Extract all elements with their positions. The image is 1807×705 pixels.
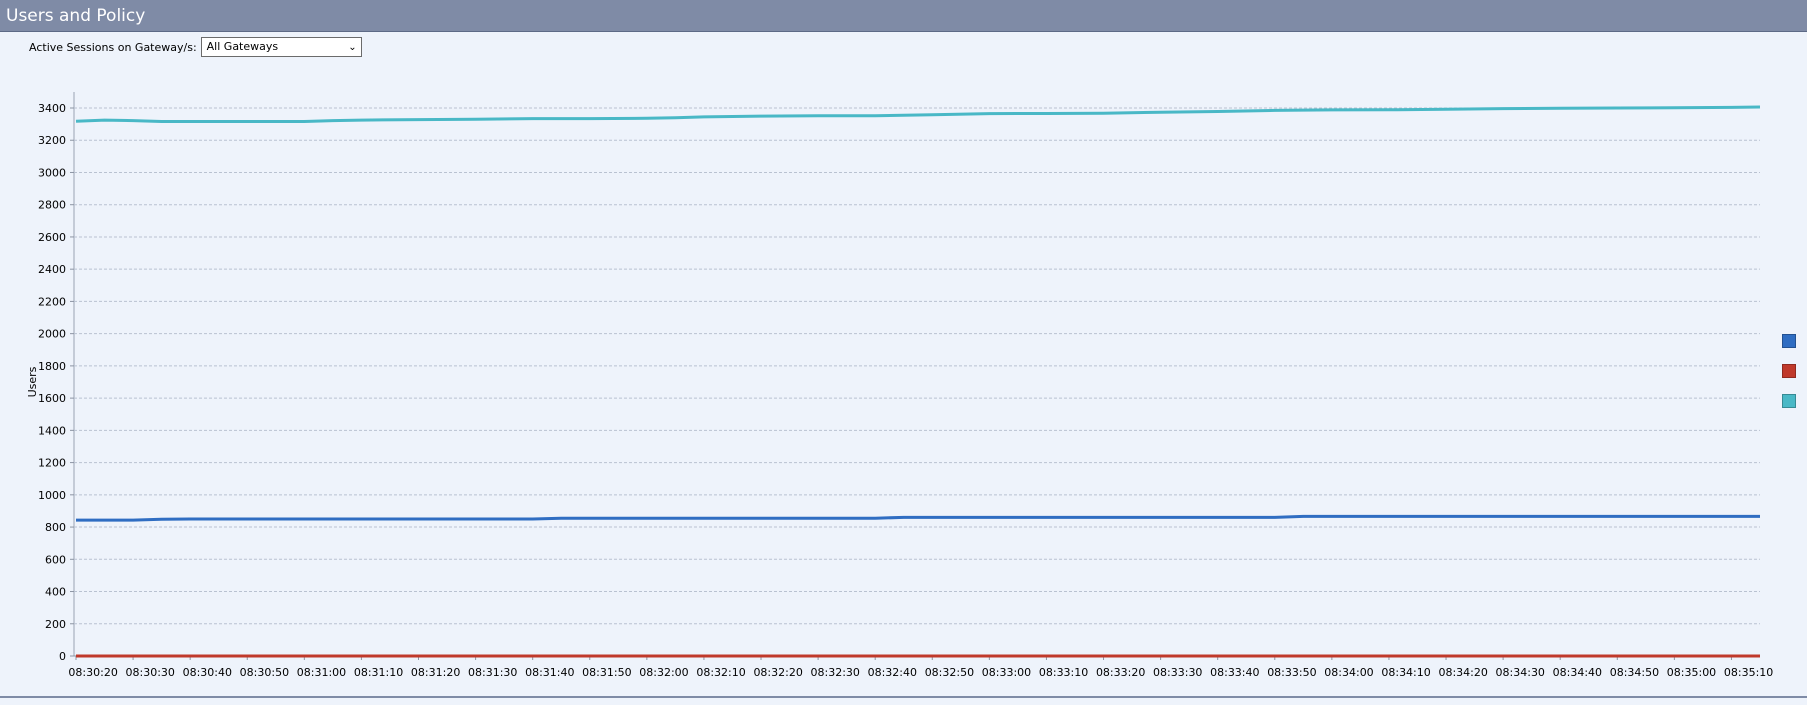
x-tick-label: 08:33:10 [1039,666,1088,679]
x-tick-label: 08:32:20 [753,666,802,679]
gateway-select-value: All Gateways [206,40,279,53]
x-tick-label: 08:35:00 [1667,666,1716,679]
x-tick-label: 08:31:40 [525,666,574,679]
legend-swatch-teal [1782,394,1796,408]
y-tick-label: 600 [45,553,66,566]
x-tick-label: 08:30:20 [68,666,117,679]
users-chart: 0 200 400 600 800 1000 1200 1400 1600 1800 2000 220… [0,72,1807,700]
y-axis-title: Users [26,366,39,397]
y-tick-label: 3000 [38,166,66,179]
x-tick-label: 08:30:30 [126,666,175,679]
x-tick-label: 08:31:30 [468,666,517,679]
x-tick-label: 08:34:20 [1438,666,1487,679]
gateway-select[interactable]: All Gateways ⌄ [200,37,362,57]
gateway-filter-label: Active Sessions on Gateway/s: [29,40,197,54]
x-tick-label: 08:30:50 [240,666,289,679]
bottom-divider [0,696,1807,698]
x-tick-label: 08:32:30 [811,666,860,679]
y-tick-label: 2800 [38,199,66,212]
x-tick-label: 08:30:40 [183,666,232,679]
x-tick-label: 08:31:50 [582,666,631,679]
x-tick-label: 08:34:50 [1610,666,1659,679]
x-tick-label: 08:32:50 [925,666,974,679]
y-tick-label: 200 [45,618,66,631]
x-tick-label: 08:33:20 [1096,666,1145,679]
x-tick-label: 08:31:00 [297,666,346,679]
y-tick-label: 0 [59,650,66,663]
y-tick-label: 1400 [38,424,66,437]
title-bar: Users and Policy [0,0,1807,32]
series-line-1 [76,514,1760,522]
users-chart-svg: 0 200 400 600 800 1000 1200 1400 1600 1800 2000 220… [26,92,1773,679]
x-tick-label: 08:35:10 [1724,666,1773,679]
gateway-filter: Active Sessions on Gateway/s: All Gatewa… [29,36,362,58]
x-tick-label: 08:34:00 [1324,666,1373,679]
y-tick-label: 1600 [38,392,66,405]
y-tick-label: 2200 [38,295,66,308]
y-tick-label: 400 [45,586,66,599]
x-tick-label: 08:31:10 [354,666,403,679]
y-tick-label: 2400 [38,263,66,276]
x-tick-label: 08:33:00 [982,666,1031,679]
y-tick-label: 2600 [38,231,66,244]
y-tick-label: 1800 [38,360,66,373]
legend-swatch-blue [1782,334,1796,348]
x-tick-label: 08:34:40 [1553,666,1602,679]
page-title: Users and Policy [6,6,146,26]
y-tick-label: 3200 [38,134,66,147]
x-tick-label: 08:32:40 [868,666,917,679]
x-tick-label: 08:34:30 [1496,666,1545,679]
y-tick-label: 2000 [38,328,66,341]
y-tick-label: 1200 [38,457,66,470]
legend-swatch-orange [1782,364,1796,378]
y-tick-label: 1000 [38,489,66,502]
y-tick-label: 3400 [38,102,66,115]
x-tick-label: 08:33:40 [1210,666,1259,679]
series-line-0 [75,105,1761,123]
chevron-down-icon: ⌄ [348,42,357,53]
x-tick-label: 08:32:00 [639,666,688,679]
x-tick-label: 08:31:20 [411,666,460,679]
y-tick-label: 800 [45,521,66,534]
x-tick-label: 08:34:10 [1381,666,1430,679]
x-tick-label: 08:33:30 [1153,666,1202,679]
x-tick-label: 08:33:50 [1267,666,1316,679]
x-tick-label: 08:32:10 [696,666,745,679]
